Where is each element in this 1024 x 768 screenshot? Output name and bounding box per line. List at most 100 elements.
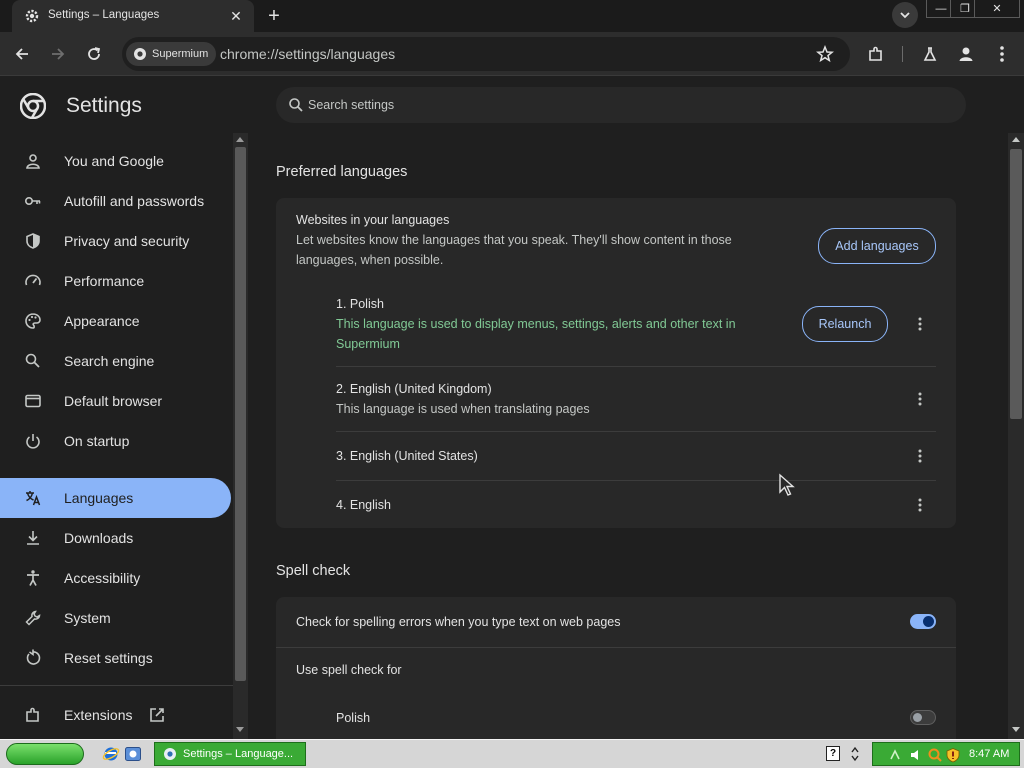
tab-close-button[interactable]: ✕ bbox=[226, 6, 246, 26]
language-menu-button[interactable] bbox=[910, 389, 930, 409]
language-menu-button[interactable] bbox=[910, 495, 930, 515]
spell-check-card: Check for spelling errors when you type … bbox=[276, 597, 956, 739]
card-description: Let websites know the languages that you… bbox=[296, 233, 732, 247]
tab-search-button[interactable] bbox=[892, 2, 918, 28]
palette-icon bbox=[24, 312, 42, 330]
spell-check-toggle[interactable] bbox=[910, 614, 936, 629]
tab-settings-languages[interactable]: Settings – Languages ✕ bbox=[12, 0, 254, 32]
chevron-down-icon bbox=[900, 12, 910, 19]
scroll-down-icon[interactable] bbox=[236, 727, 244, 732]
sidebar-item-label: Default browser bbox=[64, 393, 163, 409]
use-spell-check-label: Use spell check for bbox=[296, 663, 402, 677]
window-close-button[interactable]: ✕ bbox=[974, 0, 1020, 18]
sidebar-item-downloads[interactable]: Downloads bbox=[0, 518, 231, 558]
shield-icon bbox=[24, 232, 42, 250]
back-arrow-icon bbox=[15, 48, 28, 60]
sidebar-item-privacy[interactable]: Privacy and security bbox=[0, 221, 231, 261]
puzzle-icon bbox=[24, 706, 42, 724]
search-icon bbox=[288, 97, 304, 113]
download-icon bbox=[24, 529, 42, 547]
volume-icon[interactable] bbox=[909, 747, 925, 763]
main-scrollbar[interactable] bbox=[1008, 133, 1024, 739]
search-tray-icon[interactable] bbox=[927, 747, 943, 763]
reload-icon bbox=[88, 47, 101, 60]
sidebar-item-autofill[interactable]: Autofill and passwords bbox=[0, 181, 231, 221]
sidebar-item-label: On startup bbox=[64, 433, 130, 449]
sidebar-item-extensions[interactable]: Extensions bbox=[0, 695, 231, 735]
address-bar[interactable]: Supermium chrome://settings/languages bbox=[122, 37, 850, 71]
clock[interactable]: 8:47 AM bbox=[969, 748, 1009, 760]
bookmark-star-icon[interactable] bbox=[816, 45, 834, 63]
add-languages-button[interactable]: Add languages bbox=[818, 228, 936, 264]
translate-icon bbox=[24, 489, 42, 507]
sidebar-item-label: Performance bbox=[64, 273, 145, 289]
menu-button[interactable] bbox=[990, 42, 1014, 66]
scroll-up-icon[interactable] bbox=[1012, 137, 1020, 142]
forward-button[interactable] bbox=[46, 42, 70, 66]
sidebar-item-performance[interactable]: Performance bbox=[0, 261, 231, 301]
taskbar: Settings – Language... ? 8:47 AM bbox=[0, 739, 1024, 768]
sidebar-item-languages[interactable]: Languages bbox=[0, 478, 231, 518]
sidebar-item-appearance[interactable]: Appearance bbox=[0, 301, 231, 341]
tab-strip: Settings – Languages ✕ + — ❐ ✕ bbox=[0, 0, 1024, 32]
spell-language-name: Polish bbox=[336, 711, 371, 725]
reload-button[interactable] bbox=[82, 42, 106, 66]
sidebar-item-search-engine[interactable]: Search engine bbox=[0, 341, 231, 381]
taskbar-window-button[interactable]: Settings – Language... bbox=[154, 742, 306, 766]
scroll-up-icon[interactable] bbox=[236, 137, 244, 142]
relaunch-button[interactable]: Relaunch bbox=[802, 306, 888, 342]
kebab-menu-icon bbox=[918, 498, 922, 512]
sidebar-item-default-browser[interactable]: Default browser bbox=[0, 381, 231, 421]
site-chip[interactable]: Supermium bbox=[126, 42, 217, 66]
accessibility-icon bbox=[24, 569, 42, 587]
spell-language-toggle[interactable] bbox=[910, 710, 936, 725]
language-note: This language is used when translating p… bbox=[336, 402, 590, 416]
gear-icon bbox=[24, 8, 40, 24]
labs-button[interactable] bbox=[918, 42, 942, 66]
sidebar-item-label: Extensions bbox=[64, 707, 133, 723]
sidebar-item-you-and-google[interactable]: You and Google bbox=[0, 141, 231, 181]
scroll-down-icon[interactable] bbox=[1012, 727, 1020, 732]
extensions-button[interactable] bbox=[864, 42, 888, 66]
card-description: languages, when possible. bbox=[296, 253, 444, 267]
sidebar-item-label: Autofill and passwords bbox=[64, 193, 205, 209]
forward-arrow-icon bbox=[52, 48, 65, 60]
row-divider bbox=[336, 431, 936, 432]
network-icon[interactable] bbox=[887, 747, 903, 763]
main-scroll-thumb[interactable] bbox=[1010, 149, 1022, 419]
taskbar-window-label: Settings – Language... bbox=[183, 748, 294, 760]
profile-button[interactable] bbox=[954, 42, 978, 66]
new-tab-button[interactable]: + bbox=[262, 4, 286, 28]
sidebar-item-label: Languages bbox=[64, 490, 134, 506]
start-button[interactable] bbox=[6, 743, 84, 765]
security-shield-icon[interactable] bbox=[945, 747, 961, 763]
tab-title: Settings – Languages bbox=[48, 9, 160, 21]
search-placeholder: Search settings bbox=[308, 98, 395, 112]
supermium-logo-icon bbox=[163, 747, 177, 761]
system-tray: 8:47 AM bbox=[872, 742, 1020, 766]
language-name: 1. Polish bbox=[336, 297, 384, 311]
url-text: chrome://settings/languages bbox=[220, 46, 396, 62]
sidebar-item-accessibility[interactable]: Accessibility bbox=[0, 558, 231, 598]
sidebar-item-system[interactable]: System bbox=[0, 598, 231, 638]
sidebar-item-label: Privacy and security bbox=[64, 233, 190, 249]
kebab-menu-icon bbox=[918, 392, 922, 406]
search-settings-input[interactable]: Search settings bbox=[276, 87, 966, 123]
languages-card: Websites in your languages Let websites … bbox=[276, 198, 956, 528]
card-title: Websites in your languages bbox=[296, 213, 450, 227]
puzzle-icon bbox=[869, 46, 882, 61]
quicklaunch-browser-icon[interactable] bbox=[124, 745, 142, 763]
language-menu-button[interactable] bbox=[910, 446, 930, 466]
speedometer-icon bbox=[24, 272, 42, 290]
internet-explorer-icon[interactable] bbox=[102, 745, 120, 763]
sidebar-item-reset-settings[interactable]: Reset settings bbox=[0, 638, 231, 678]
sidebar-scrollbar[interactable] bbox=[233, 133, 248, 739]
language-menu-button[interactable] bbox=[910, 314, 930, 334]
tray-scroll-icon[interactable] bbox=[850, 745, 860, 763]
help-icon[interactable]: ? bbox=[826, 746, 840, 761]
browser-window-icon bbox=[24, 392, 42, 410]
sidebar-scroll-thumb[interactable] bbox=[235, 147, 246, 681]
language-name: 4. English bbox=[336, 498, 391, 512]
sidebar-item-on-startup[interactable]: On startup bbox=[0, 421, 231, 461]
back-button[interactable] bbox=[10, 42, 34, 66]
